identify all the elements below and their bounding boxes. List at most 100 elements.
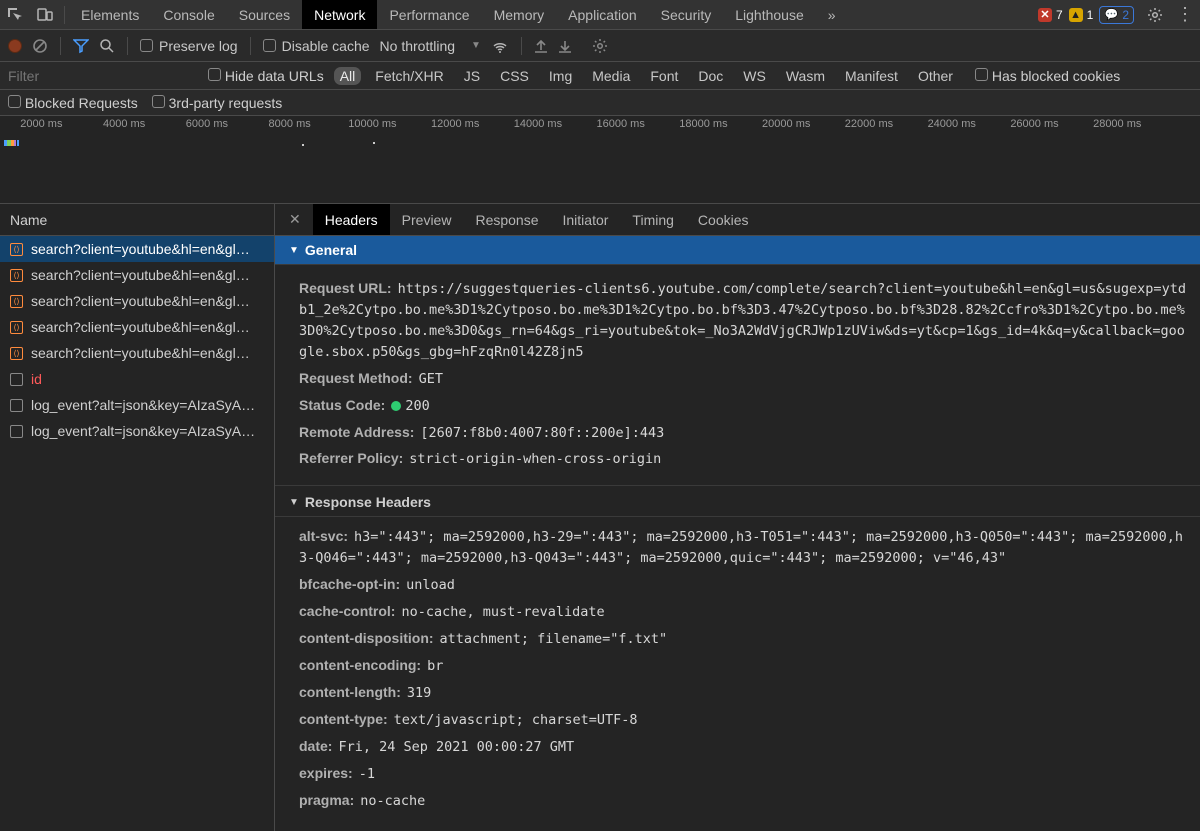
tab-elements[interactable]: Elements <box>69 0 151 29</box>
tab-application[interactable]: Application <box>556 0 649 29</box>
tab-performance[interactable]: Performance <box>377 0 481 29</box>
checkbox-icon <box>975 68 988 81</box>
header-key: content-length: <box>299 684 401 700</box>
request-row[interactable]: ⟨⟩search?client=youtube&hl=en&gl… <box>0 236 274 262</box>
request-list: Name ⟨⟩search?client=youtube&hl=en&gl…⟨⟩… <box>0 204 275 831</box>
detail-tab-preview[interactable]: Preview <box>390 204 464 235</box>
timeline-tick: 10000 ms <box>348 118 396 130</box>
filter-type-wasm[interactable]: Wasm <box>780 67 831 85</box>
timeline-marker <box>302 144 304 146</box>
blocked-requests-toggle[interactable]: Blocked Requests <box>8 95 138 111</box>
chevron-down-icon: ▼ <box>471 40 481 51</box>
request-name: search?client=youtube&hl=en&gl… <box>31 241 250 257</box>
message-count[interactable]: 💬 2 <box>1099 6 1134 24</box>
third-party-label: 3rd-party requests <box>169 95 283 111</box>
request-row[interactable]: log_event?alt=json&key=AIzaSyA… <box>0 392 274 418</box>
filter-type-font[interactable]: Font <box>644 67 684 85</box>
filter-type-other[interactable]: Other <box>912 67 959 85</box>
checkbox-icon <box>140 39 153 52</box>
header-key: content-encoding: <box>299 657 421 673</box>
filter-type-img[interactable]: Img <box>543 67 578 85</box>
request-row[interactable]: ⟨⟩search?client=youtube&hl=en&gl… <box>0 340 274 366</box>
detail-tab-initiator[interactable]: Initiator <box>551 204 621 235</box>
network-conditions-icon[interactable] <box>491 38 509 54</box>
timeline-marker <box>373 142 375 144</box>
record-button[interactable] <box>8 39 22 53</box>
filter-type-doc[interactable]: Doc <box>692 67 729 85</box>
response-header-row: date:Fri, 24 Sep 2021 00:00:27 GMT <box>299 736 1186 758</box>
drawer-settings-icon[interactable] <box>592 38 608 54</box>
filter-type-css[interactable]: CSS <box>494 67 535 85</box>
response-headers-section-header[interactable]: ▼Response Headers <box>275 486 1200 517</box>
tab-network[interactable]: Network <box>302 0 377 29</box>
settings-icon[interactable] <box>1140 7 1170 23</box>
script-icon: ⟨⟩ <box>10 269 23 282</box>
timeline-tick: 22000 ms <box>845 118 893 130</box>
chevron-down-icon: ▼ <box>289 245 299 256</box>
detail-tab-timing[interactable]: Timing <box>620 204 686 235</box>
general-section-header[interactable]: ▼General <box>275 236 1200 265</box>
throttling-value: No throttling <box>380 38 455 54</box>
header-value: h3=":443"; ma=2592000,h3-29=":443"; ma=2… <box>299 529 1183 566</box>
search-icon[interactable] <box>99 38 115 54</box>
response-headers-title: Response Headers <box>305 494 431 510</box>
disable-cache-label: Disable cache <box>282 38 370 54</box>
filter-type-ws[interactable]: WS <box>737 67 772 85</box>
tab-sources[interactable]: Sources <box>227 0 302 29</box>
hide-data-urls-toggle[interactable]: Hide data URLs <box>208 68 324 84</box>
remote-address-value: [2607:f8b0:4007:80f::200e]:443 <box>420 425 664 441</box>
warning-count[interactable]: ▲ 1 <box>1069 6 1094 24</box>
close-detail-icon[interactable]: ✕ <box>281 211 309 228</box>
response-headers-body: alt-svc:h3=":443"; ma=2592000,h3-29=":44… <box>275 517 1200 826</box>
request-row[interactable]: id <box>0 366 274 392</box>
tabs-overflow-button[interactable]: » <box>816 0 848 29</box>
filter-type-all[interactable]: All <box>334 67 362 85</box>
error-badge-icon: ✕ <box>1038 8 1052 22</box>
status-code-value: 200 <box>405 398 429 414</box>
upload-har-icon[interactable] <box>534 39 548 53</box>
response-header-row: content-encoding: br <box>299 655 1186 677</box>
request-list-header[interactable]: Name <box>0 204 274 236</box>
detail-tab-headers[interactable]: Headers <box>313 204 390 235</box>
tab-memory[interactable]: Memory <box>482 0 557 29</box>
third-party-toggle[interactable]: 3rd-party requests <box>152 95 283 111</box>
request-row[interactable]: ⟨⟩ search?client=youtube&hl=en&gl… <box>0 262 274 288</box>
header-value: br <box>427 658 443 674</box>
preserve-log-toggle[interactable]: Preserve log <box>140 38 238 54</box>
inspect-icon[interactable] <box>0 7 30 23</box>
remote-address-label: Remote Address: <box>299 424 414 440</box>
request-row[interactable]: ⟨⟩search?client=youtube&hl=en&gl… <box>0 314 274 340</box>
download-har-icon[interactable] <box>558 39 572 53</box>
request-row[interactable]: ⟨⟩search?client=youtube&hl=en&gl… <box>0 288 274 314</box>
filter-toggle-icon[interactable] <box>73 38 89 54</box>
detail-tab-response[interactable]: Response <box>463 204 550 235</box>
detail-tab-bar: ✕ HeadersPreviewResponseInitiatorTimingC… <box>275 204 1200 236</box>
header-value: -1 <box>359 766 375 782</box>
filter-type-media[interactable]: Media <box>586 67 636 85</box>
throttling-select[interactable]: No throttling ▼ <box>380 38 481 54</box>
device-toggle-icon[interactable] <box>30 7 60 23</box>
request-method-label: Request Method: <box>299 370 413 386</box>
timeline-tick: 14000 ms <box>514 118 562 130</box>
filter-input[interactable] <box>8 68 108 84</box>
request-name: search?client=youtube&hl=en&gl… <box>31 267 250 283</box>
clear-button[interactable] <box>32 38 48 54</box>
more-icon[interactable]: ⋮ <box>1170 4 1200 25</box>
disable-cache-toggle[interactable]: Disable cache <box>263 38 370 54</box>
detail-tab-cookies[interactable]: Cookies <box>686 204 761 235</box>
has-blocked-cookies-toggle[interactable]: Has blocked cookies <box>975 68 1120 84</box>
timeline-overview[interactable]: 2000 ms4000 ms6000 ms8000 ms10000 ms1200… <box>0 116 1200 204</box>
timeline-track <box>4 140 19 146</box>
tab-security[interactable]: Security <box>649 0 724 29</box>
error-count[interactable]: ✕ 7 <box>1038 6 1063 24</box>
filter-type-js[interactable]: JS <box>458 67 486 85</box>
timeline-tick: 20000 ms <box>762 118 810 130</box>
filter-type-manifest[interactable]: Manifest <box>839 67 904 85</box>
header-key: date: <box>299 738 332 754</box>
request-row[interactable]: log_event?alt=json&key=AIzaSyA… <box>0 418 274 444</box>
tab-console[interactable]: Console <box>151 0 226 29</box>
tab-lighthouse[interactable]: Lighthouse <box>723 0 816 29</box>
has-blocked-label: Has blocked cookies <box>992 68 1120 84</box>
filter-type-fetchxhr[interactable]: Fetch/XHR <box>369 67 449 85</box>
warning-count-value: 1 <box>1087 8 1094 22</box>
